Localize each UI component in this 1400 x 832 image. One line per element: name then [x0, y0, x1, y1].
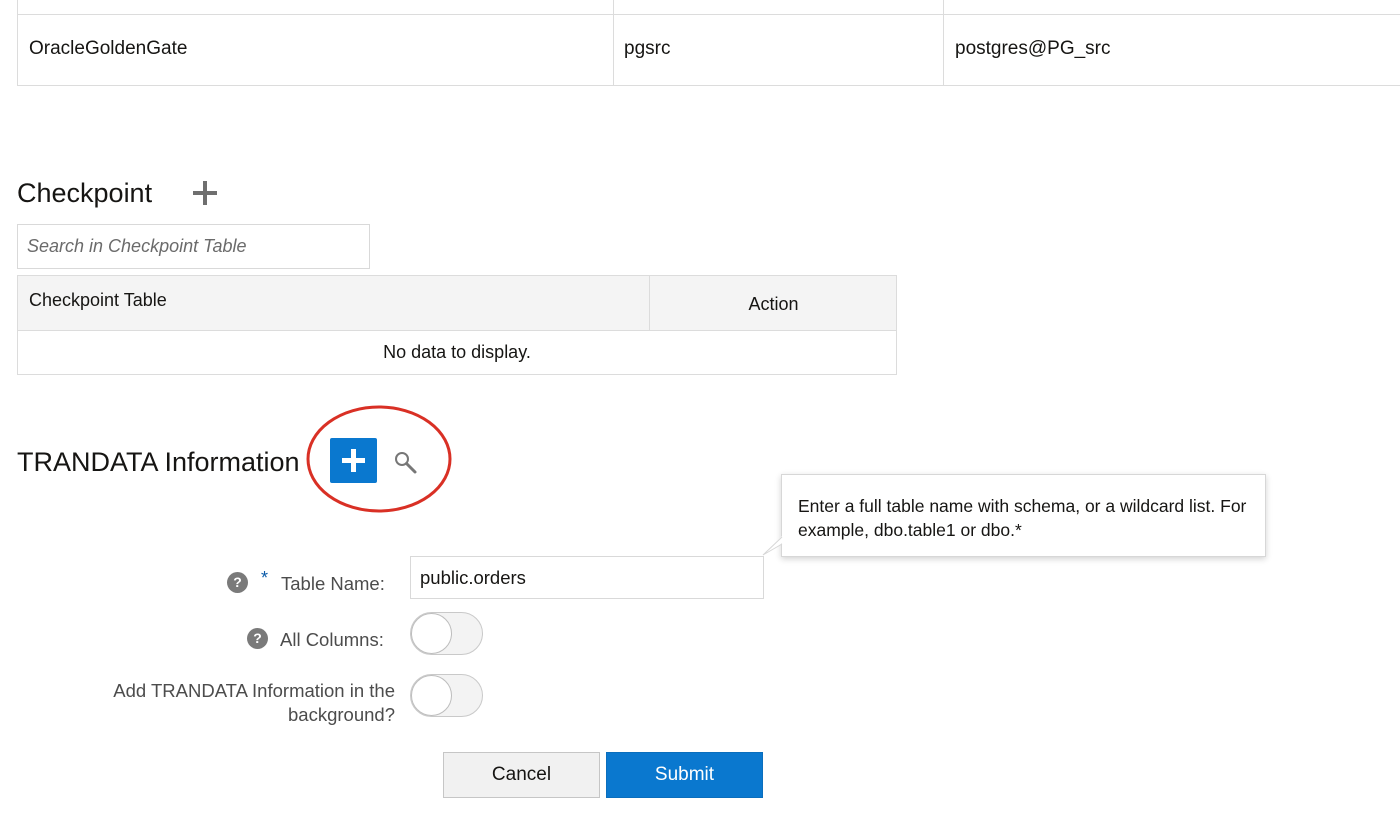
column-header-action: Action: [748, 294, 799, 314]
magnifier-icon[interactable]: [392, 449, 420, 477]
table-header-strip: [18, 0, 1400, 15]
highlight-circle: [306, 405, 452, 513]
cell-domain: OracleGoldenGate: [29, 38, 188, 59]
submit-button[interactable]: Submit: [606, 752, 763, 798]
add-trandata-button[interactable]: [330, 438, 377, 483]
credentials-table: OracleGoldenGate pgsrc postgres@PG_src: [17, 0, 1400, 86]
checkpoint-table: Checkpoint Table Action No data to displ…: [17, 275, 897, 375]
empty-table-message: No data to display.: [383, 342, 531, 362]
add-checkpoint-plus-icon[interactable]: [193, 181, 217, 205]
help-question-icon[interactable]: ?: [227, 572, 248, 593]
column-divider: [613, 0, 614, 85]
column-divider: [943, 0, 944, 85]
checkpoint-table-header: Checkpoint Table Action: [18, 276, 896, 331]
trandata-title: TRANDATA Information: [17, 447, 300, 477]
checkpoint-title: Checkpoint: [17, 178, 153, 208]
cancel-button[interactable]: Cancel: [443, 752, 600, 798]
checkpoint-search-input[interactable]: [17, 224, 370, 269]
required-indicator: *: [261, 568, 269, 588]
all-columns-toggle[interactable]: [410, 612, 483, 655]
column-header-checkpoint-table[interactable]: Checkpoint Table: [29, 290, 167, 311]
toggle-knob: [411, 613, 452, 654]
all-columns-label: All Columns:: [280, 629, 384, 650]
table-name-tooltip: Enter a full table name with schema, or …: [781, 474, 1266, 557]
tooltip-pointer: [762, 536, 784, 556]
background-label-line2: background?: [288, 704, 395, 725]
help-question-icon[interactable]: ?: [247, 628, 268, 649]
cell-alias: pgsrc: [624, 38, 671, 59]
background-toggle[interactable]: [410, 674, 483, 717]
table-name-input[interactable]: [410, 556, 764, 599]
table-name-label: Table Name:: [281, 573, 385, 594]
cell-user-id: postgres@PG_src: [955, 38, 1111, 59]
toggle-knob: [411, 675, 452, 716]
background-label-line1: Add TRANDATA Information in the: [113, 680, 395, 701]
